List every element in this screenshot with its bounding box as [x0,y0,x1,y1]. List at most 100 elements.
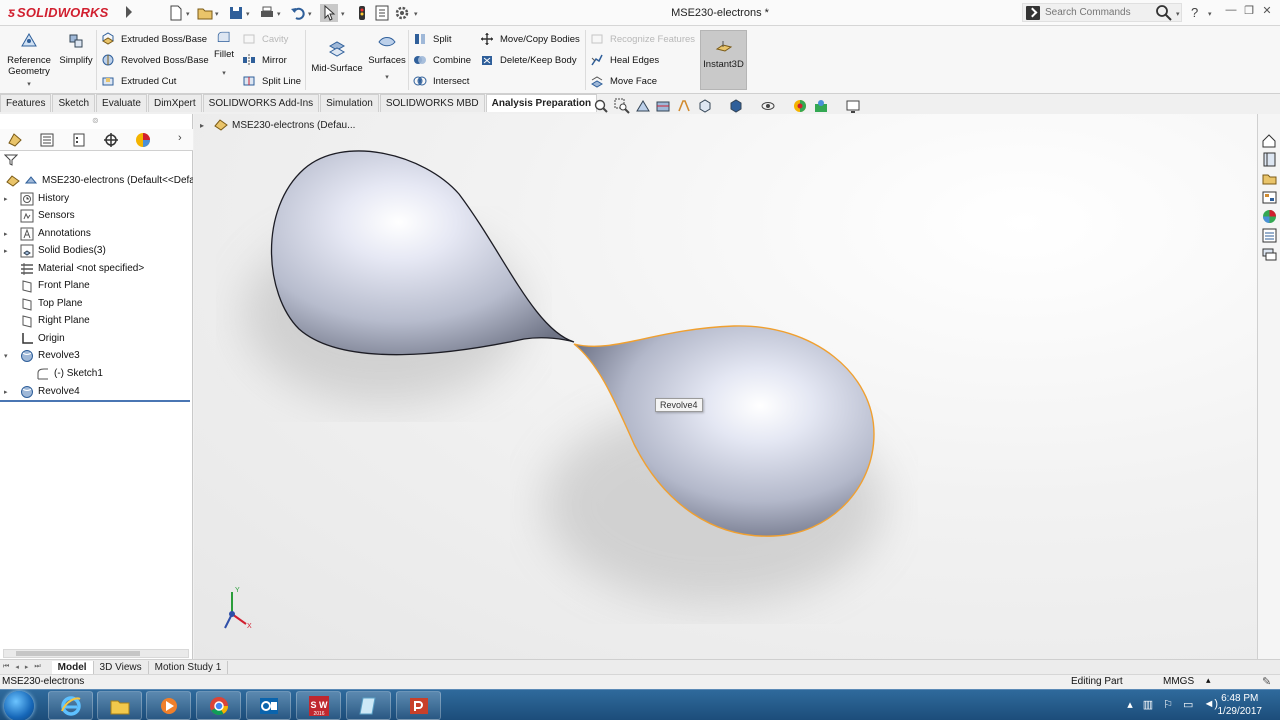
status-quick-tips-icon[interactable]: ✎ [1262,675,1271,688]
hide-show-items-icon[interactable] [760,98,776,114]
taskbar-internet-explorer[interactable] [48,691,93,720]
action-center-icon[interactable]: ⚐ [1163,698,1173,711]
feature-manager-tab-icon[interactable] [6,131,24,149]
print-icon[interactable] [258,4,276,22]
solidworks-logo[interactable]: ƽ SOLIDWORKS [8,4,109,20]
tree-item-sketch1[interactable]: (-) Sketch1 [0,365,193,382]
tree-item-revolve4[interactable]: ▸ Revolve4 [0,383,193,400]
start-button-icon[interactable] [4,691,34,720]
taskbar-media-player[interactable] [146,691,191,720]
new-document-icon[interactable] [167,4,185,22]
extruded-cut-button[interactable]: Extruded Cut [101,72,176,90]
view-palette-icon[interactable] [1261,189,1278,206]
new-dropdown-icon[interactable]: ▾ [186,10,190,18]
expand-arrow-icon[interactable]: ▸ [4,388,12,396]
mid-surface-button[interactable]: Mid-Surface [310,30,364,74]
rebuild-icon[interactable] [353,4,371,22]
split-button[interactable]: Split [413,30,451,48]
mirror-button[interactable]: Mirror [242,51,287,69]
scrollbar-thumb[interactable] [16,651,140,656]
network-icon[interactable]: ▥ [1143,698,1153,711]
property-manager-tab-icon[interactable] [38,131,56,149]
section-view-icon[interactable] [655,98,671,114]
search-magnifier-icon[interactable] [1155,4,1173,22]
save-icon[interactable] [227,4,245,22]
previous-view-icon[interactable] [635,98,651,114]
instant3d-button[interactable]: Instant3D [700,30,747,90]
select-dropdown-icon[interactable]: ▾ [341,10,345,18]
select-arrow-icon[interactable] [320,4,338,22]
display-icon[interactable]: ▭ [1183,698,1193,711]
dynamic-annotation-icon[interactable] [676,98,692,114]
apply-scene-icon[interactable] [813,98,829,114]
taskbar-notepad[interactable] [346,691,391,720]
menu-expand-arrow-icon[interactable] [126,6,132,18]
reference-geometry-dropdown-icon[interactable]: ▾ [4,79,54,90]
left-lobe-body[interactable] [270,150,575,356]
restore-window-icon[interactable]: ❐ [1240,4,1258,20]
tree-root-part[interactable]: MSE230-electrons (Default<<Defau [0,172,193,189]
extruded-boss-button[interactable]: Extruded Boss/Base [101,30,207,48]
collapse-arrow-icon[interactable]: ▾ [4,352,12,360]
rollback-bar[interactable] [0,400,190,402]
options-gear-icon[interactable] [393,4,411,22]
expand-arrow-icon[interactable]: ▸ [4,195,12,203]
expand-arrow-icon[interactable]: ▸ [4,230,12,238]
fillet-button[interactable]: Fillet ▾ [210,30,238,79]
tree-item-top-plane[interactable]: Top Plane [0,295,193,312]
tree-item-annotations[interactable]: ▸ Annotations [0,225,193,242]
next-tab-arrow-icon[interactable]: ▸ [22,663,32,671]
unit-system-dropdown-icon[interactable]: ▴ [1206,675,1211,686]
tree-item-history[interactable]: ▸ History [0,190,193,207]
open-folder-icon[interactable] [196,4,214,22]
file-explorer-icon[interactable] [1261,170,1278,187]
appearances-scenes-icon[interactable] [1261,208,1278,225]
taskbar-outlook[interactable] [246,691,291,720]
help-dropdown-icon[interactable]: ▾ [1208,10,1212,18]
tab-analysis-preparation[interactable]: Analysis Preparation [485,94,598,112]
undo-dropdown-icon[interactable]: ▾ [308,10,312,18]
open-dropdown-icon[interactable]: ▾ [215,10,219,18]
panel-grip-icon[interactable]: ⊚ [92,116,99,125]
combine-button[interactable]: Combine [413,51,471,69]
tab-features[interactable]: Features [0,94,52,112]
custom-properties-icon[interactable] [1261,227,1278,244]
tab-dimxpert[interactable]: DimXpert [147,94,202,112]
tab-motion-study-1[interactable]: Motion Study 1 [149,660,229,674]
expand-arrow-icon[interactable]: ▸ [4,247,12,255]
surfaces-button[interactable]: Surfaces ▾ [368,30,406,83]
show-hidden-icons-icon[interactable]: ▴ [1127,698,1133,711]
tree-item-solid-bodies[interactable]: ▸ Solid Bodies(3) [0,242,193,259]
heal-edges-button[interactable]: Heal Edges [590,51,659,69]
taskbar-file-explorer[interactable] [97,691,142,720]
taskbar-chrome[interactable] [196,691,241,720]
prev-tab-arrow-icon[interactable]: ◂ [12,663,22,671]
dimxpert-manager-tab-icon[interactable] [102,131,120,149]
move-face-button[interactable]: Move Face [590,72,657,90]
tab-addins[interactable]: SOLIDWORKS Add-Ins [202,94,320,112]
filter-icon[interactable] [4,154,18,166]
taskbar-solidworks[interactable]: S W 2016 [296,691,341,720]
delete-keep-body-button[interactable]: Delete/Keep Body [480,51,577,69]
tab-model[interactable]: Model [51,660,94,674]
status-unit-system[interactable]: MMGS [1163,676,1194,687]
display-manager-tab-icon[interactable] [134,131,152,149]
more-tabs-chevron-icon[interactable]: › [178,132,182,144]
revolved-boss-button[interactable]: Revolved Boss/Base [101,51,209,69]
tree-item-front-plane[interactable]: Front Plane [0,277,193,294]
display-style-icon[interactable] [728,98,744,114]
undo-icon[interactable] [289,4,307,22]
tab-evaluate[interactable]: Evaluate [96,94,147,112]
view-settings-icon[interactable] [845,98,861,114]
tab-sketch[interactable]: Sketch [52,94,96,112]
taskbar-powerpoint[interactable] [396,691,441,720]
solidworks-resources-icon[interactable] [1261,132,1278,149]
move-copy-bodies-button[interactable]: Move/Copy Bodies [480,30,580,48]
tab-simulation[interactable]: Simulation [320,94,379,112]
minimize-window-icon[interactable]: — [1222,4,1240,20]
zoom-to-area-icon[interactable] [614,98,630,114]
graphics-area[interactable]: ▸ MSE230-electrons (Defau... Y X Revolve… [194,114,1257,659]
model-viewport[interactable]: Y X [194,114,1257,659]
save-dropdown-icon[interactable]: ▾ [246,10,250,18]
volume-icon[interactable]: ◄) [1203,698,1218,711]
